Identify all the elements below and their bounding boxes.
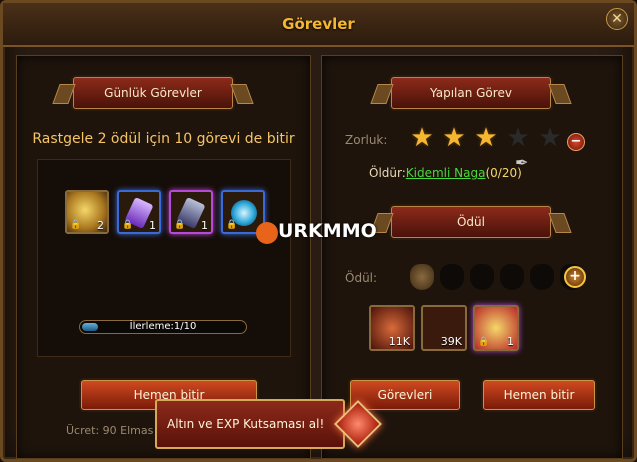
lock-icon: 🔒 (122, 220, 134, 230)
reward-label: Ödül: (345, 271, 378, 285)
star-icon: ★ (474, 123, 498, 153)
reward-exp-scroll[interactable]: 11K (369, 305, 415, 351)
daily-task-text: Rastgele 2 ödül için 10 görevi de bitir (32, 131, 295, 147)
bag-icon (440, 264, 464, 290)
blessing-tooltip: Altın ve EXP Kutsaması al! (155, 399, 345, 449)
progress-label: İlerleme:1/10 (129, 321, 197, 332)
finish-now-button-right[interactable]: Hemen bitir (483, 380, 595, 410)
bag-icon (530, 264, 554, 290)
reward-item-purple-crystal[interactable]: 🔒 1 (117, 190, 161, 234)
star-icon: ★ (506, 123, 530, 153)
title-bar: Görevler ✕ (3, 3, 634, 47)
kill-objective: Öldür:Kidemli Naga(0/20) (369, 166, 522, 180)
star-icon: ★ (538, 123, 562, 153)
item-count: 11K (388, 335, 410, 348)
kill-target-link[interactable]: Kidemli Naga (406, 166, 486, 180)
minus-icon[interactable]: − (567, 133, 585, 151)
item-count: 1 (201, 219, 208, 232)
lock-icon: 🔒 (70, 220, 82, 230)
reward-item-dark-crystal[interactable]: 🔒 1 (169, 190, 213, 234)
reward-item-gold[interactable]: 🔒 2 (65, 190, 109, 234)
lock-icon: 🔒 (478, 337, 490, 347)
close-icon[interactable]: ✕ (606, 8, 628, 30)
progress-bar: İlerleme:1/10 (79, 320, 247, 334)
lock-icon: 🔒 (174, 220, 186, 230)
cost-text: Ücret: 90 Elmas (66, 424, 154, 437)
watermark: URKMMO (278, 220, 377, 242)
tasks-button[interactable]: Görevleri (350, 380, 460, 410)
kill-progress: (0/20) (485, 166, 522, 180)
current-quest-header: Yapılan Görev (391, 77, 551, 109)
star-icon: ★ (410, 123, 434, 153)
kill-prefix: Öldür: (369, 166, 406, 180)
reward-gift-box[interactable]: 🔒 1 (473, 305, 519, 351)
lock-icon: 🔒 (226, 220, 238, 230)
bag-icon (410, 264, 434, 290)
watermark-logo-icon (256, 222, 278, 244)
daily-quests-header: Günlük Görevler (73, 77, 233, 109)
item-count: 39K (440, 335, 462, 348)
item-count: 2 (97, 219, 104, 232)
plus-icon[interactable]: + (564, 266, 586, 288)
difficulty-label: Zorluk: (345, 133, 388, 147)
item-count: 1 (507, 335, 514, 348)
bag-icon (470, 264, 494, 290)
reward-header: Ödül (391, 206, 551, 238)
reward-gold[interactable]: 39K (421, 305, 467, 351)
quest-window: Görevler ✕ Günlük Görevler Rastgele 2 öd… (0, 0, 637, 462)
item-count: 1 (149, 219, 156, 232)
star-icon: ★ (442, 123, 466, 153)
bag-icon (500, 264, 524, 290)
window-title: Görevler (282, 15, 355, 33)
